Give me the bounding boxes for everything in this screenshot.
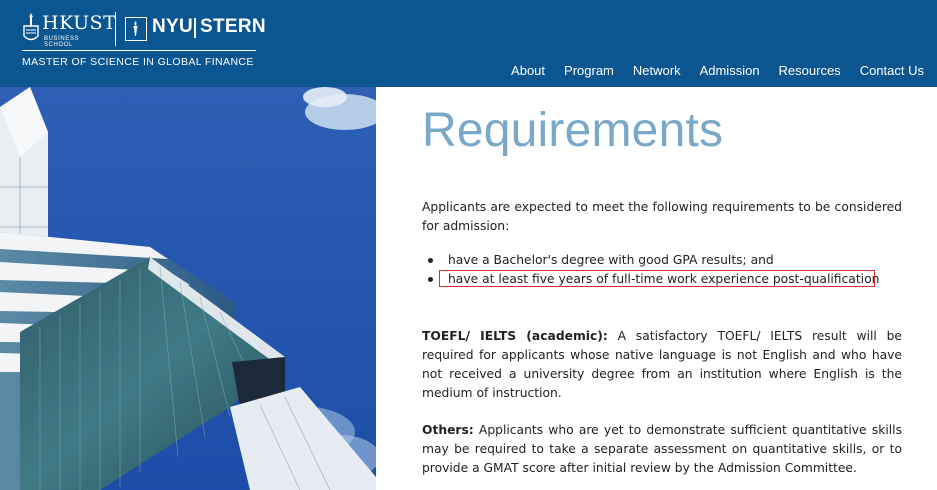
building-illustration <box>0 87 376 490</box>
torch-icon <box>133 21 138 36</box>
bullet-icon <box>428 258 433 263</box>
bullet-icon <box>428 277 433 282</box>
nav-item-admission: Admission <box>700 60 760 79</box>
nyu-stern-separator <box>194 18 196 38</box>
hkust-name: HKUST <box>42 12 117 34</box>
nav-link-program[interactable]: Program <box>564 63 614 78</box>
nav-item-contact: Contact Us <box>860 60 924 79</box>
nav-link-contact-us[interactable]: Contact Us <box>860 63 924 78</box>
requirements-list: have a Bachelor's degree with good GPA r… <box>422 251 902 289</box>
nyu-name[interactable]: NYU <box>152 16 193 38</box>
nav-link-network[interactable]: Network <box>633 63 681 78</box>
toefl-paragraph: TOEFL/ IELTS (academic): A satisfactory … <box>422 327 902 403</box>
nav-item-resources: Resources <box>779 60 841 79</box>
page-title: Requirements <box>422 104 724 157</box>
nav-link-admission[interactable]: Admission <box>700 63 760 78</box>
list-item: have at least five years of full-time wo… <box>422 270 902 289</box>
logo-divider <box>115 12 116 46</box>
site-header: HKUST BUSINESS SCHOOL NYU STERN MASTER O… <box>0 0 937 87</box>
others-text: Applicants who are yet to demonstrate su… <box>422 423 902 475</box>
main-nav: About Program Network Admission Resource… <box>511 60 924 79</box>
others-label: Others: <box>422 423 474 437</box>
hero-building-image <box>0 87 376 490</box>
nav-item-network: Network <box>633 60 681 79</box>
toefl-label: TOEFL/ IELTS (academic): <box>422 329 608 343</box>
stern-name[interactable]: STERN <box>200 16 266 38</box>
hkust-crest-icon <box>23 13 39 41</box>
nav-item-about: About <box>511 60 545 79</box>
program-divider <box>22 50 256 51</box>
intro-paragraph: Applicants are expected to meet the foll… <box>422 200 902 233</box>
hkust-subtitle: BUSINESS SCHOOL <box>44 36 80 48</box>
nav-item-program: Program <box>564 60 614 79</box>
others-paragraph: Others: Applicants who are yet to demons… <box>422 421 902 478</box>
nyu-torch-icon[interactable] <box>125 17 147 41</box>
highlight-box <box>439 270 875 287</box>
program-name: MASTER OF SCIENCE IN GLOBAL FINANCE <box>22 56 254 68</box>
nav-link-about[interactable]: About <box>511 63 545 78</box>
nav-link-resources[interactable]: Resources <box>779 63 841 78</box>
requirement-text: have a Bachelor's degree with good GPA r… <box>448 253 774 267</box>
list-item: have a Bachelor's degree with good GPA r… <box>422 251 902 270</box>
hkust-logo[interactable]: HKUST BUSINESS SCHOOL <box>22 12 116 48</box>
